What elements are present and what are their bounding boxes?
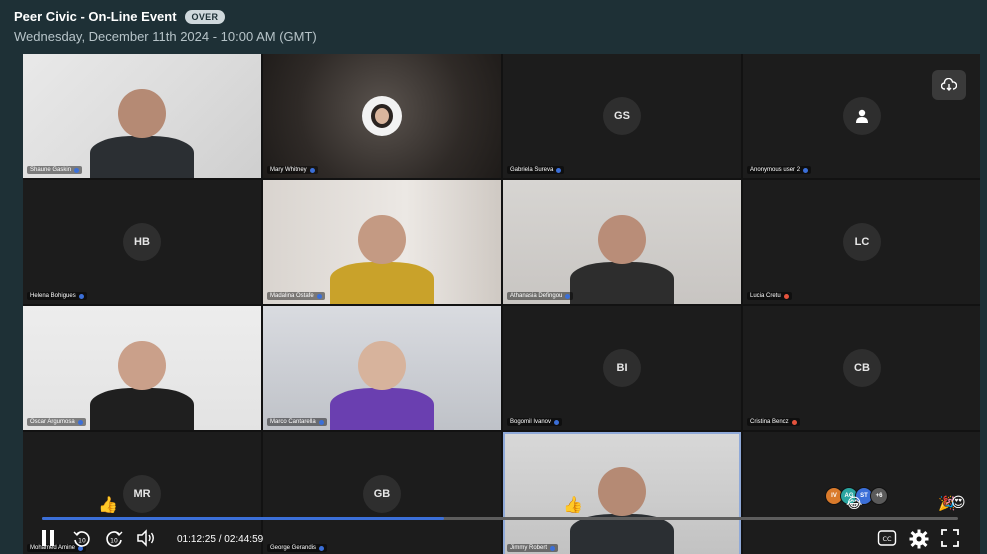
- participant-name: Athanasia Defingou: [507, 292, 574, 300]
- participant-name-text: Athanasia Defingou: [510, 293, 563, 299]
- thumbs-up-reaction: 👍: [98, 497, 118, 514]
- fullscreen-button[interactable]: [941, 529, 959, 547]
- cc-icon: CC: [877, 530, 897, 546]
- participant-video: [503, 180, 741, 304]
- participant-initials: LC: [843, 223, 881, 261]
- status-dot: [783, 293, 789, 299]
- status-badge: OVER: [184, 9, 226, 24]
- participant-tile[interactable]: LC Lucia Cretu: [743, 180, 980, 304]
- event-datetime: Wednesday, December 11th 2024 - 10:00 AM…: [14, 29, 317, 44]
- participant-tile[interactable]: Oscar Argumosa: [23, 306, 261, 430]
- participant-initials: HB: [123, 223, 161, 261]
- participant-name: Gabriela Sureva: [507, 166, 565, 174]
- heart-eyes-reaction: 😍: [951, 494, 966, 510]
- status-dot: [78, 293, 84, 299]
- participant-name: Madalina Ostafe: [267, 292, 325, 300]
- participant-grid: Shaune Gaskin Mary Whitney GS Gabriela Sure…: [23, 54, 980, 554]
- forward-button[interactable]: 10: [104, 529, 124, 549]
- participant-tile[interactable]: Marco Cantarella: [263, 306, 501, 430]
- participant-name-text: Madalina Ostafe: [270, 293, 314, 299]
- event-title: Peer Civic - On-Line Event: [14, 9, 177, 24]
- participant-initials: MR: [123, 475, 161, 513]
- status-dot: [318, 419, 324, 425]
- pause-icon: [42, 530, 54, 546]
- participant-name: Anonymous user 2: [747, 166, 812, 174]
- volume-button[interactable]: [136, 529, 156, 547]
- participant-initials: GB: [363, 475, 401, 513]
- svg-text:10: 10: [110, 538, 118, 545]
- playback-time: 01:12:25 / 02:44:59: [177, 534, 264, 545]
- status-dot: [316, 293, 322, 299]
- rewind-button[interactable]: 10: [72, 529, 92, 549]
- fullscreen-icon: [941, 529, 959, 547]
- participant-video: [23, 306, 261, 430]
- participant-tile[interactable]: Shaune Gaskin: [23, 54, 261, 178]
- participant-name: Shaune Gaskin: [27, 166, 83, 174]
- status-dot: [803, 167, 809, 173]
- participant-name: Mary Whitney: [267, 166, 318, 174]
- participant-tile[interactable]: BI Bogomil Ivanov: [503, 306, 741, 430]
- laugh-reaction: 😂: [846, 495, 863, 511]
- participant-video: [263, 180, 501, 304]
- video-stage[interactable]: Shaune Gaskin Mary Whitney GS Gabriela Sure…: [23, 54, 980, 554]
- participant-initials: BI: [603, 349, 641, 387]
- participant-name: Helena Bohigues: [27, 292, 87, 300]
- participant-name: Marco Cantarella: [267, 418, 327, 426]
- player-controls: 10 10 01:12:25 / 02:44:59 CC: [23, 526, 980, 554]
- rewind-10-icon: 10: [73, 531, 90, 547]
- status-dot: [791, 419, 797, 425]
- participant-tile[interactable]: Madalina Ostafe: [263, 180, 501, 304]
- participant-tile[interactable]: HB Helena Bohigues: [23, 180, 261, 304]
- thumbs-up-reaction: 👍: [563, 497, 583, 514]
- participant-name-text: Gabriela Sureva: [510, 167, 554, 173]
- participant-name-text: Cristina Bencz: [750, 419, 789, 425]
- participant-name-text: Anonymous user 2: [750, 167, 801, 173]
- svg-text:10: 10: [78, 538, 86, 545]
- participant-video: [263, 54, 501, 178]
- status-dot: [77, 419, 83, 425]
- participant-video: [23, 54, 261, 178]
- participant-name-text: Bogomil Ivanov: [510, 419, 552, 425]
- cloud-download-icon: [941, 78, 957, 91]
- participant-tile[interactable]: GS Gabriela Sureva: [503, 54, 741, 178]
- participant-name-text: Marco Cantarella: [270, 419, 316, 425]
- playback-progress-bar[interactable]: [42, 517, 958, 520]
- participant-name-text: Shaune Gaskin: [30, 167, 72, 173]
- participant-initials: GS: [603, 97, 641, 135]
- forward-10-icon: 10: [106, 531, 123, 547]
- participant-name-text: Oscar Argumosa: [30, 419, 75, 425]
- status-dot: [556, 167, 562, 173]
- reaction-avatar: +6: [870, 487, 888, 505]
- participant-name: Oscar Argumosa: [27, 418, 86, 426]
- participant-tile[interactable]: Mary Whitney: [263, 54, 501, 178]
- participant-name-text: Helena Bohigues: [30, 293, 76, 299]
- settings-button[interactable]: [909, 529, 929, 549]
- event-header: Peer Civic - On-Line Event OVER Wednesda…: [14, 9, 317, 44]
- status-dot: [565, 293, 571, 299]
- svg-text:CC: CC: [882, 535, 892, 543]
- progress-fill: [42, 517, 444, 520]
- status-dot: [309, 167, 315, 173]
- participant-tile[interactable]: CB Cristina Bencz: [743, 306, 980, 430]
- status-dot: [74, 167, 80, 173]
- participant-name-text: Mary Whitney: [270, 167, 307, 173]
- pause-button[interactable]: [41, 529, 55, 547]
- participant-video: [263, 306, 501, 430]
- user-icon: [843, 97, 881, 135]
- participant-name: Lucia Cretu: [747, 292, 792, 300]
- participant-name: Bogomil Ivanov: [507, 418, 563, 426]
- participant-initials: CB: [843, 349, 881, 387]
- status-dot: [554, 419, 560, 425]
- captions-button[interactable]: CC: [877, 529, 897, 547]
- download-button[interactable]: [932, 70, 966, 100]
- volume-icon: [137, 529, 154, 547]
- participant-name-text: Lucia Cretu: [750, 293, 781, 299]
- participant-name: Cristina Bencz: [747, 418, 800, 426]
- gear-icon: [909, 529, 929, 549]
- participant-tile[interactable]: Athanasia Defingou: [503, 180, 741, 304]
